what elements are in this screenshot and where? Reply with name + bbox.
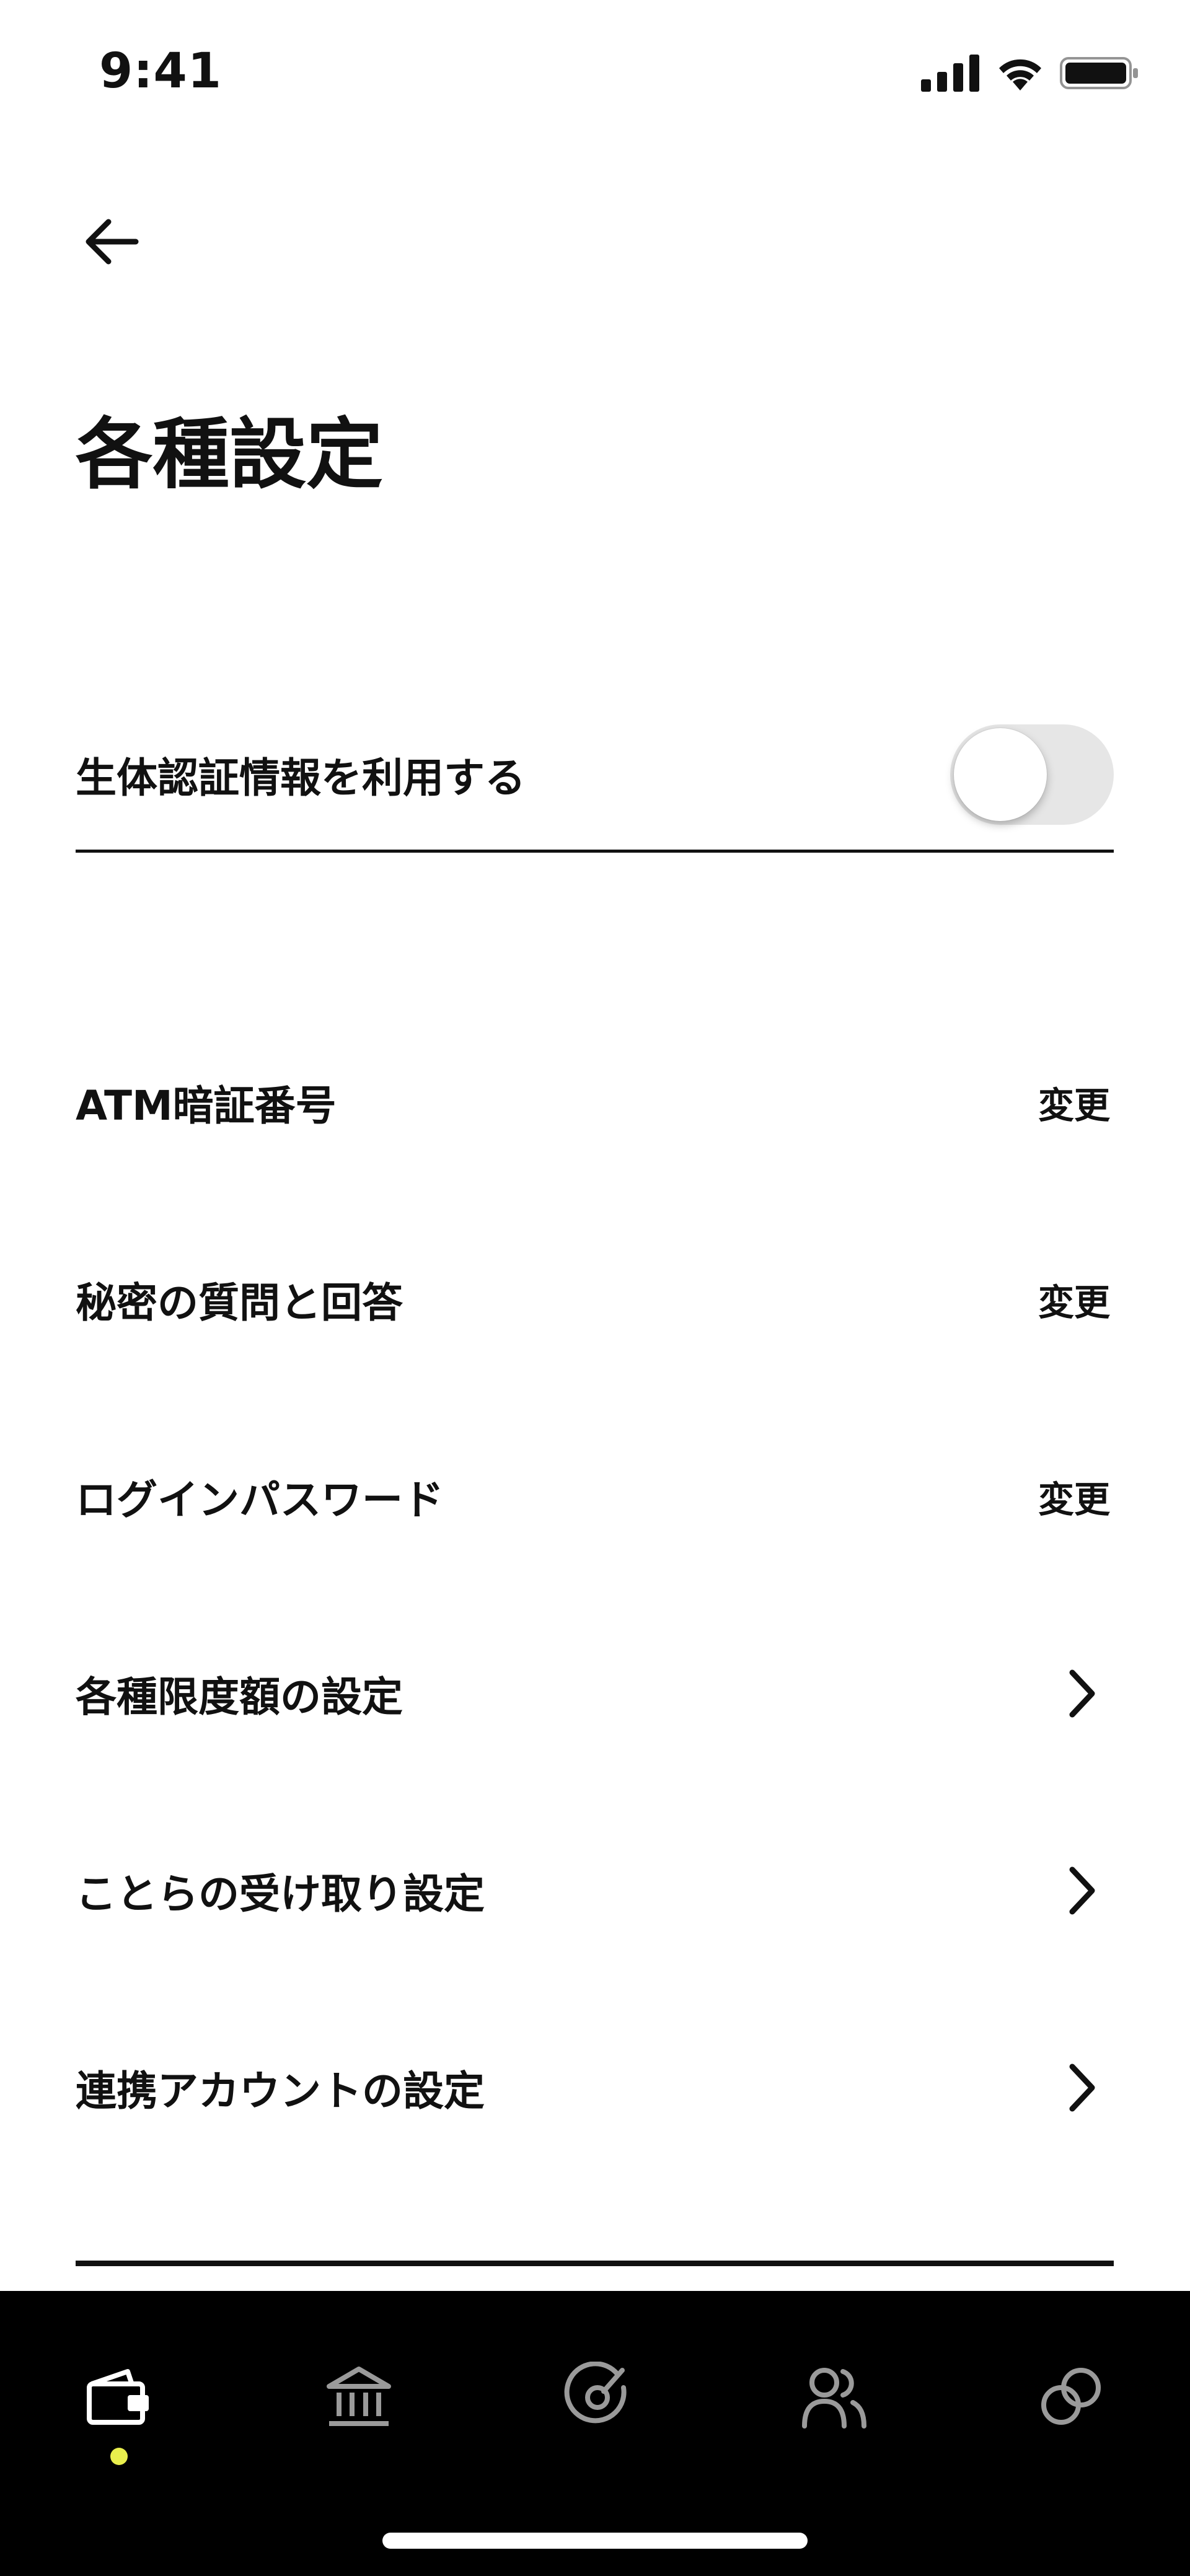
chevron-right-icon — [1058, 2057, 1108, 2119]
active-indicator-dot — [110, 2448, 128, 2465]
bottom-nav — [0, 2291, 1190, 2576]
wifi-icon — [999, 59, 1041, 90]
chevron-right-icon — [1058, 1663, 1108, 1725]
biometric-toggle[interactable] — [950, 724, 1114, 825]
status-icons — [921, 48, 1140, 98]
biometric-row: 生体認証情報を利用する — [76, 700, 1114, 849]
page-title: 各種設定 — [76, 410, 384, 499]
toggle-knob — [954, 728, 1047, 821]
nav-target[interactable] — [548, 2347, 647, 2446]
nav-wallet[interactable] — [69, 2347, 169, 2446]
battery-icon — [1060, 57, 1138, 89]
target-icon — [564, 2362, 627, 2424]
divider — [76, 850, 1114, 853]
atm-pin-label: ATM暗証番号 — [76, 1082, 337, 1130]
receive-label: ことらの受け取り設定 — [76, 1870, 485, 1918]
cellular-signal-icon — [921, 55, 979, 92]
nav-link[interactable] — [1021, 2347, 1121, 2446]
settings-screen: 9:41 各種設定 生体認証情報を利用する ATM暗証番号 変更 秘密の質問と回… — [0, 0, 1190, 2576]
link-icon — [1041, 2368, 1101, 2425]
limits-label: 各種限度額の設定 — [76, 1673, 403, 1721]
secret-question-change-link[interactable]: 変更 — [1038, 1273, 1110, 1325]
biometric-label: 生体認証情報を利用する — [76, 754, 526, 802]
nav-bank[interactable] — [309, 2347, 408, 2446]
bank-icon — [327, 2367, 391, 2426]
login-password-label: ログインパスワード — [76, 1476, 444, 1524]
wallet-icon — [87, 2369, 149, 2425]
settings-row-secret-question[interactable]: 秘密の質問と回答 変更 — [76, 1201, 1114, 1398]
linked-accounts-label: 連携アカウントの設定 — [76, 2067, 485, 2115]
arrow-left-icon — [86, 219, 139, 265]
status-time: 9:41 — [99, 43, 223, 99]
home-indicator — [382, 2533, 808, 2549]
list-end-divider — [76, 2261, 1114, 2266]
nav-people[interactable] — [785, 2347, 884, 2446]
chevron-right-icon — [1058, 1860, 1108, 1922]
login-password-change-link[interactable]: 変更 — [1038, 1470, 1110, 1523]
people-icon — [802, 2368, 866, 2429]
settings-row-linked-accounts[interactable]: 連携アカウントの設定 — [76, 1989, 1114, 2186]
settings-row-limits[interactable]: 各種限度額の設定 — [76, 1595, 1114, 1792]
settings-row-login-password[interactable]: ログインパスワード 変更 — [76, 1398, 1114, 1595]
settings-list: ATM暗証番号 変更 秘密の質問と回答 変更 ログインパスワード 変更 各種限度… — [76, 1004, 1114, 2186]
status-bar: 9:41 — [0, 0, 1190, 149]
atm-pin-change-link[interactable]: 変更 — [1038, 1076, 1110, 1128]
back-button[interactable] — [74, 204, 149, 279]
secret-question-label: 秘密の質問と回答 — [76, 1279, 403, 1327]
settings-row-receive[interactable]: ことらの受け取り設定 — [76, 1792, 1114, 1989]
settings-row-atm-pin[interactable]: ATM暗証番号 変更 — [76, 1004, 1114, 1201]
